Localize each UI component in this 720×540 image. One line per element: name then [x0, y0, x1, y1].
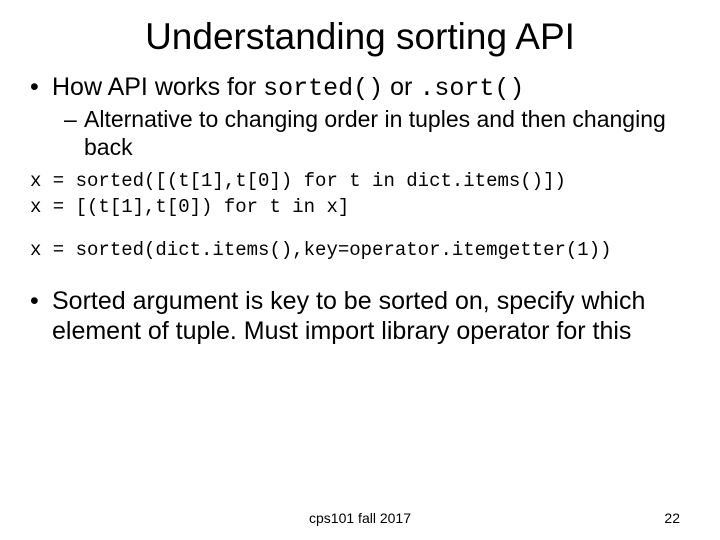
slide-title: Understanding sorting API: [30, 16, 690, 58]
code-sort: .sort(): [419, 74, 524, 103]
code-block-1: x = sorted([(t[1],t[0]) for t in dict.it…: [30, 169, 690, 220]
bullet-list: How API works for sorted() or .sort() Al…: [30, 72, 690, 161]
code-block-2: x = sorted(dict.items(),key=operator.ite…: [30, 238, 690, 264]
slide-number: 22: [664, 510, 680, 526]
code-sorted: sorted(): [263, 74, 383, 103]
bullet-api-text2: or: [383, 73, 419, 101]
bullet-list-2: Sorted argument is key to be sorted on, …: [30, 286, 690, 346]
bullet-sorted-arg: Sorted argument is key to be sorted on, …: [30, 286, 690, 346]
sub-bullet-alternative: Alternative to changing order in tuples …: [30, 106, 690, 161]
footer-course: cps101 fall 2017: [0, 510, 720, 526]
bullet-api: How API works for sorted() or .sort(): [30, 72, 690, 104]
slide: Understanding sorting API How API works …: [0, 0, 720, 540]
bullet-api-text1: How API works for: [52, 73, 263, 101]
